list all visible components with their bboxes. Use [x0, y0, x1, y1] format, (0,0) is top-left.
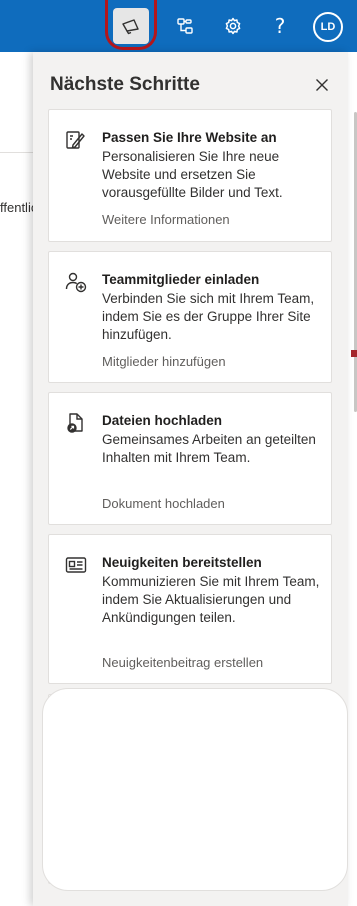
add-people-icon: [65, 272, 87, 293]
card-description: Stellen Sie eine Verbindung mit Microsof…: [102, 734, 318, 839]
card-customize-website: Passen Sie Ihre Website an Personalisier…: [48, 109, 332, 242]
card-link-show-options[interactable]: Optionen anzeigen: [102, 856, 211, 872]
megaphone-button[interactable]: [113, 8, 149, 44]
card-title: Passen Sie Ihre Website an: [102, 130, 277, 145]
gear-icon: [225, 17, 241, 35]
card-link-upload-document[interactable]: Dokument hochladen: [102, 496, 225, 512]
card-link-create-news-post[interactable]: Neuigkeitenbeitrag erstellen: [102, 655, 263, 671]
background-marker: [351, 350, 357, 357]
background-divider: [0, 152, 36, 153]
question-icon: ?: [274, 14, 286, 38]
org-chart-icon: [177, 18, 193, 34]
file-upload-icon: [67, 413, 83, 433]
suite-header: ? LD: [0, 0, 357, 52]
card-link-add-members[interactable]: Mitglieder hinzufügen: [102, 354, 226, 370]
website-edit-icon: [66, 131, 85, 149]
close-button[interactable]: [309, 72, 335, 98]
avatar[interactable]: LD: [313, 12, 343, 42]
card-title: Teammitglieder einladen: [102, 272, 260, 287]
help-button[interactable]: ?: [262, 8, 298, 44]
settings-button[interactable]: [215, 8, 251, 44]
chat-icon: [65, 716, 87, 733]
card-invite-members: Teammitglieder einladen Verbinden Sie si…: [48, 251, 332, 383]
card-title: Dateien hochladen: [102, 413, 223, 428]
card-title: Neuigkeiten bereitstellen: [102, 555, 262, 570]
card-description: Personalisieren Sie Ihre neue Website un…: [102, 149, 283, 200]
next-steps-panel: Nächste Schritte Passen Sie Ihre Website…: [33, 52, 348, 906]
background-page: ffentlic: [0, 52, 36, 906]
card-link-learn-more[interactable]: Weitere Informationen: [102, 212, 230, 228]
background-partial-text: ffentlic: [0, 200, 36, 215]
card-title: Echtzeitchat hinzufügen: [102, 715, 258, 730]
org-chart-button[interactable]: [167, 8, 203, 44]
card-share-news: Neuigkeiten bereitstellen Kommunizieren …: [48, 534, 332, 684]
card-description: Kommunizieren Sie mit Ihrem Team, indem …: [102, 574, 320, 625]
background-right-edge: [348, 52, 357, 906]
card-add-realtime-chat: Echtzeitchat hinzufügen Stellen Sie eine…: [48, 694, 332, 884]
card-description: Gemeinsames Arbeiten an geteilten Inhalt…: [102, 432, 316, 465]
megaphone-icon: [122, 19, 139, 35]
card-upload-files: Dateien hochladen Gemeinsames Arbeiten a…: [48, 392, 332, 525]
panel-title: Nächste Schritte: [50, 74, 200, 95]
news-icon: [65, 557, 87, 573]
close-icon: [316, 79, 328, 91]
card-description: Verbinden Sie sich mit Ihrem Team, indem…: [102, 291, 315, 342]
